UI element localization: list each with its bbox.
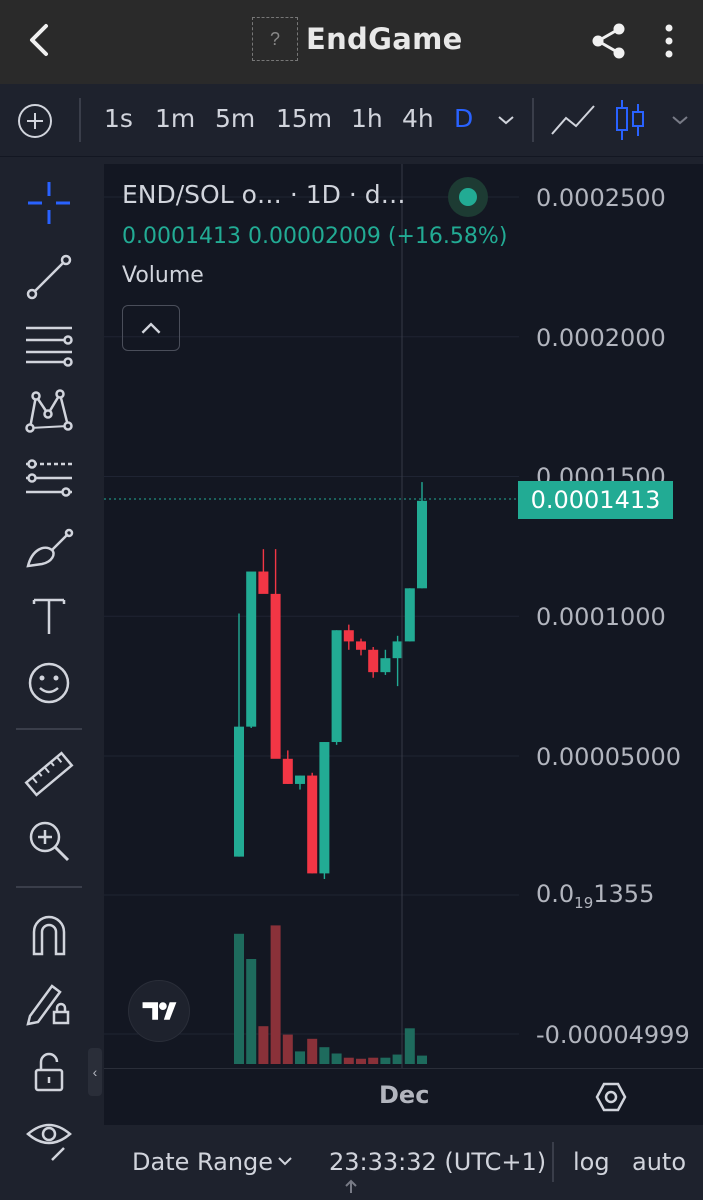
zoom-in-icon[interactable] <box>22 814 76 868</box>
scroll-up-arrow-icon <box>345 1179 357 1193</box>
pattern-icon[interactable] <box>22 384 76 438</box>
crosshair-icon[interactable] <box>22 176 76 230</box>
date-range-button[interactable]: Date Range <box>132 1148 273 1176</box>
brush-icon[interactable] <box>22 522 76 576</box>
text-tool-icon[interactable] <box>22 590 76 644</box>
timeframe-5m[interactable]: 5m <box>215 104 255 133</box>
volume-bar <box>270 925 281 1064</box>
volume-axis-label-bottom: -0.00004999 <box>536 1021 690 1049</box>
token-logo-placeholder: ? <box>252 17 298 61</box>
sidebar-divider <box>16 886 82 888</box>
candles <box>234 482 427 879</box>
candle-body <box>258 571 269 594</box>
magnet-icon[interactable] <box>22 908 76 962</box>
date-range-chevron-icon[interactable] <box>276 1152 294 1170</box>
timeframe-1m[interactable]: 1m <box>155 104 195 133</box>
volume-bar <box>234 933 244 1064</box>
current-price-tag: 0.0001413 <box>518 481 673 519</box>
share-icon[interactable] <box>588 20 630 62</box>
eye-visibility-icon[interactable] <box>22 1112 76 1166</box>
volume-bar <box>282 1034 293 1064</box>
candle-body <box>234 726 244 857</box>
volume-axis-label-top: 0.0191355 <box>536 880 655 912</box>
volume-bar <box>368 1057 379 1064</box>
emoji-icon[interactable] <box>22 656 76 710</box>
volume-bar <box>331 1053 342 1064</box>
timeframe-d-active[interactable]: D <box>454 104 473 133</box>
trend-line-icon[interactable] <box>22 250 76 304</box>
candle-body <box>295 775 305 784</box>
forecast-tool-icon[interactable] <box>22 452 76 506</box>
tradingview-logo-icon[interactable] <box>128 980 190 1042</box>
candle-body <box>270 593 281 759</box>
candle-body <box>319 742 330 874</box>
volume-bar <box>295 1051 305 1064</box>
timeframe-1s[interactable]: 1s <box>104 104 133 133</box>
volume-bar <box>343 1057 354 1064</box>
candle-body <box>282 758 293 784</box>
page-title: EndGame <box>306 22 463 56</box>
market-open-dot <box>459 188 477 206</box>
ruler-icon[interactable] <box>22 748 76 802</box>
candle-body <box>392 641 403 659</box>
candlestick-chart-type-icon[interactable] <box>612 98 648 142</box>
price-axis-label: 0.0001000 <box>536 603 666 631</box>
chart-type-dropdown-chevron-icon[interactable] <box>670 112 690 128</box>
volume-bar <box>417 1055 427 1064</box>
timeframe-4h[interactable]: 4h <box>402 104 434 133</box>
sidebar-divider <box>16 728 82 730</box>
toolbar-divider <box>532 98 534 142</box>
volume-bar <box>258 1026 269 1064</box>
line-chart-type-icon[interactable] <box>550 102 596 138</box>
time-axis-label: Dec <box>379 1081 430 1109</box>
collapse-legend-button[interactable] <box>122 305 180 351</box>
bottom-bar-divider <box>552 1142 554 1182</box>
candle-body <box>343 630 354 642</box>
timeframe-dropdown-chevron-icon[interactable] <box>496 112 516 128</box>
candle-body <box>356 641 366 650</box>
price-axis-label: 0.00005000 <box>536 743 682 771</box>
candle-body <box>417 500 427 589</box>
auto-scale-button[interactable]: auto <box>632 1148 686 1176</box>
candle-body <box>368 649 379 673</box>
price-axis-label: 0.0002500 <box>536 184 666 212</box>
log-scale-button[interactable]: log <box>573 1148 610 1176</box>
candle-body <box>380 658 391 673</box>
volume-bar <box>404 1028 415 1064</box>
timeframe-15m[interactable]: 15m <box>276 104 332 133</box>
legend-ohlc-values: 0.0001413 0.00002009 (+16.58%) <box>122 224 508 249</box>
collapse-sidebar-button[interactable]: ‹ <box>88 1048 102 1096</box>
lock-drawing-pencil-icon[interactable] <box>22 976 76 1030</box>
timezone-clock[interactable]: 23:33:32 (UTC+1) <box>329 1148 546 1176</box>
lock-icon[interactable] <box>22 1046 76 1100</box>
timeframe-1h[interactable]: 1h <box>351 104 383 133</box>
candle-body <box>331 630 342 743</box>
volume-bar <box>319 1047 330 1064</box>
volume-bar <box>246 959 257 1064</box>
candle-body <box>404 588 415 642</box>
fib-retracement-icon[interactable] <box>22 318 76 372</box>
add-indicator-icon[interactable] <box>16 102 54 140</box>
back-arrow-icon[interactable] <box>22 22 58 58</box>
toolbar-divider <box>79 98 81 142</box>
volume-bar <box>307 1038 318 1064</box>
chart-settings-hex-icon[interactable] <box>594 1080 628 1114</box>
volume-bar <box>392 1054 403 1064</box>
volume-bar <box>356 1058 366 1064</box>
candle-body <box>307 775 318 874</box>
volume-indicator-label[interactable]: Volume <box>122 263 204 288</box>
symbol-legend-title[interactable]: END/SOL o… · 1D · d… <box>122 180 406 209</box>
volume-bar <box>380 1057 391 1064</box>
more-options-icon[interactable] <box>656 20 682 62</box>
price-axis-label: 0.0002000 <box>536 324 666 352</box>
candle-body <box>246 571 257 727</box>
volume-bars <box>234 925 427 1064</box>
